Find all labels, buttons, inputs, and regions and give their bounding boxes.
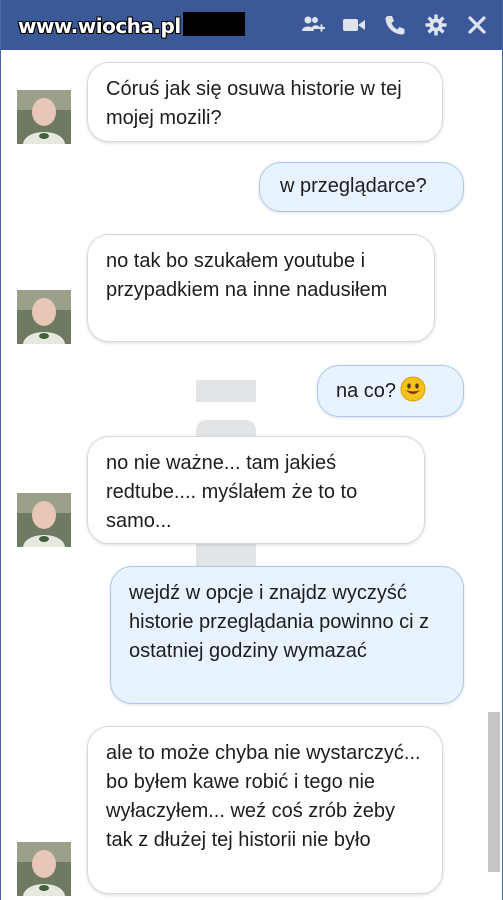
scrollbar-thumb[interactable] — [488, 712, 500, 872]
avatar[interactable] — [17, 842, 71, 896]
avatar[interactable] — [17, 90, 71, 144]
header-actions — [300, 10, 490, 40]
phone-icon[interactable] — [382, 12, 408, 38]
message-bubble-outgoing: w przeglądarce? — [259, 162, 464, 212]
redacted-name — [183, 12, 245, 36]
chat-titlebar: www.wiocha.pl — [1, 0, 502, 50]
message-list[interactable]: Córuś jak się osuwa historie w tej mojej… — [1, 50, 502, 900]
message-bubble-outgoing: wejdź w opcje i znajdz wyczyść historie … — [110, 566, 464, 704]
site-watermark: www.wiocha.pl — [18, 14, 181, 38]
close-icon[interactable] — [464, 12, 490, 38]
smile-emoji-icon — [400, 376, 426, 402]
avatar[interactable] — [17, 493, 71, 547]
chat-window: www.wiocha.pl Córuś jak się osuwa histor… — [0, 0, 503, 900]
avatar[interactable] — [17, 290, 71, 344]
message-bubble-incoming: no nie ważne... tam jakieś redtube.... m… — [87, 436, 425, 544]
video-call-icon[interactable] — [341, 12, 367, 38]
message-bubble-incoming: Córuś jak się osuwa historie w tej mojej… — [87, 62, 443, 142]
message-bubble-incoming: ale to może chyba nie wystarczyć... bo b… — [87, 726, 443, 894]
message-bubble-incoming: no tak bo szukałem youtube i przypadkiem… — [87, 234, 435, 342]
message-text: na co? — [336, 380, 397, 402]
message-bubble-outgoing: na co? — [317, 365, 464, 417]
add-people-icon[interactable] — [300, 12, 326, 38]
gear-icon[interactable] — [423, 12, 449, 38]
